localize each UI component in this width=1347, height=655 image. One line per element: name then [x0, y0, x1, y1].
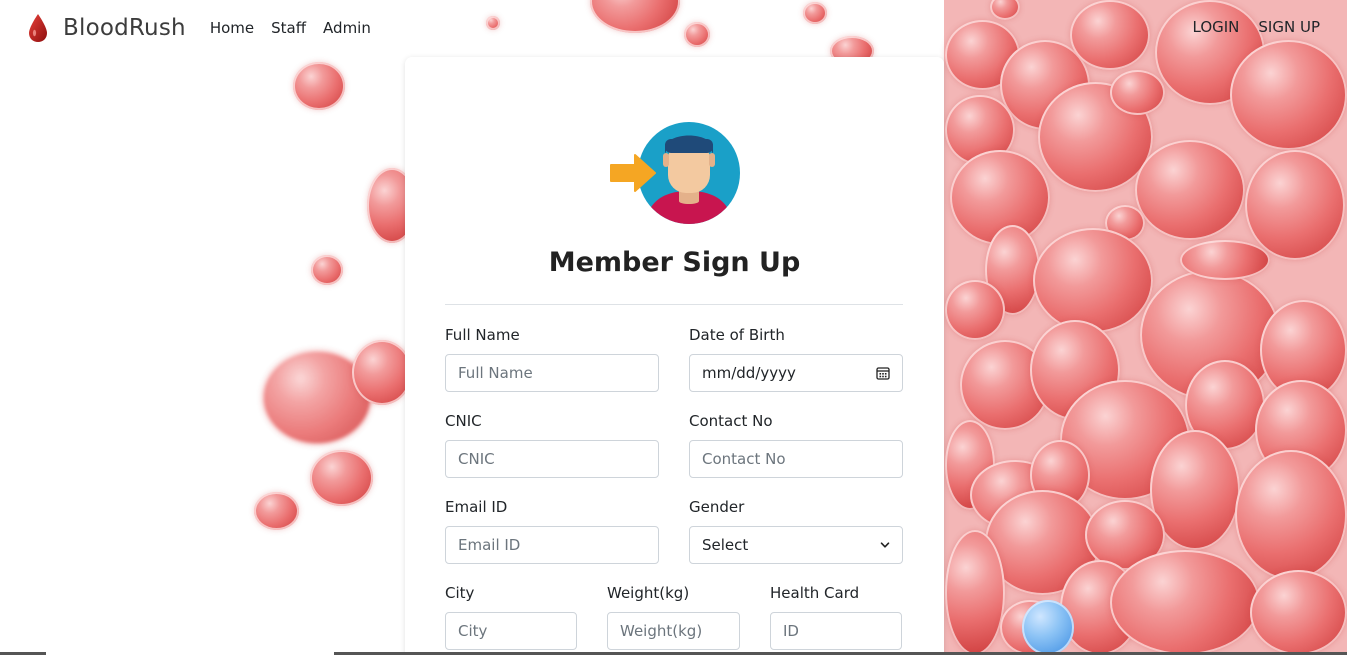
login-link[interactable]: LOGIN	[1193, 18, 1240, 36]
blood-cell	[945, 280, 1005, 340]
blood-cell	[352, 340, 412, 405]
blood-cell	[1033, 228, 1153, 333]
main-nav: Home Staff Admin	[210, 19, 388, 37]
health-card-input[interactable]	[770, 612, 902, 650]
weight-label: Weight(kg)	[607, 584, 690, 602]
page-title: Member Sign Up	[548, 247, 801, 278]
nav-home-link[interactable]: Home	[210, 19, 254, 37]
blood-cell	[1110, 70, 1165, 115]
brand-name: BloodRush	[63, 15, 186, 41]
calendar-icon[interactable]	[876, 366, 890, 380]
contact-input[interactable]	[689, 440, 903, 478]
signup-card: Member Sign Up Full Name Date of Birth m…	[405, 57, 944, 655]
dob-label: Date of Birth	[689, 326, 785, 344]
blood-cell	[1250, 570, 1347, 655]
blood-cell	[310, 450, 373, 506]
full-name-input[interactable]	[445, 354, 659, 392]
blood-cell	[1135, 140, 1245, 240]
divider	[445, 304, 903, 305]
gender-selected-value: Select	[702, 536, 749, 554]
weight-input[interactable]	[607, 612, 740, 650]
nav-admin-link[interactable]: Admin	[323, 19, 371, 37]
city-label: City	[445, 584, 475, 602]
blood-cell	[254, 492, 299, 530]
cnic-label: CNIC	[445, 412, 482, 430]
dob-input[interactable]: mm/dd/yyyy	[689, 354, 903, 392]
dob-placeholder: mm/dd/yyyy	[702, 364, 796, 382]
blood-cell	[1235, 450, 1347, 580]
nav-staff-link[interactable]: Staff	[271, 19, 306, 37]
health-card-label: Health Card	[770, 584, 860, 602]
blood-cell	[945, 530, 1005, 655]
cnic-input[interactable]	[445, 440, 659, 478]
blood-cell	[293, 62, 345, 110]
auth-nav: LOGIN SIGN UP	[1174, 18, 1321, 36]
blood-cell	[1245, 150, 1345, 260]
email-input[interactable]	[445, 526, 659, 564]
brand[interactable]: BloodRush	[28, 13, 186, 43]
signup-link[interactable]: SIGN UP	[1258, 18, 1320, 36]
contact-label: Contact No	[689, 412, 773, 430]
full-name-label: Full Name	[445, 326, 520, 344]
blood-drop-icon	[29, 14, 47, 42]
city-input[interactable]	[445, 612, 577, 650]
chevron-down-icon	[880, 542, 890, 548]
blood-cell	[1110, 550, 1260, 655]
gender-label: Gender	[689, 498, 745, 516]
blood-cell	[1230, 40, 1347, 150]
white-blood-cell	[1022, 600, 1074, 655]
blood-cell	[1180, 240, 1270, 280]
top-navbar: BloodRush Home Staff Admin LOGIN SIGN UP	[0, 0, 1347, 56]
user-avatar-arrow-icon	[607, 119, 747, 227]
email-label: Email ID	[445, 498, 508, 516]
gender-select[interactable]: Select	[689, 526, 903, 564]
blood-cell	[311, 255, 343, 285]
